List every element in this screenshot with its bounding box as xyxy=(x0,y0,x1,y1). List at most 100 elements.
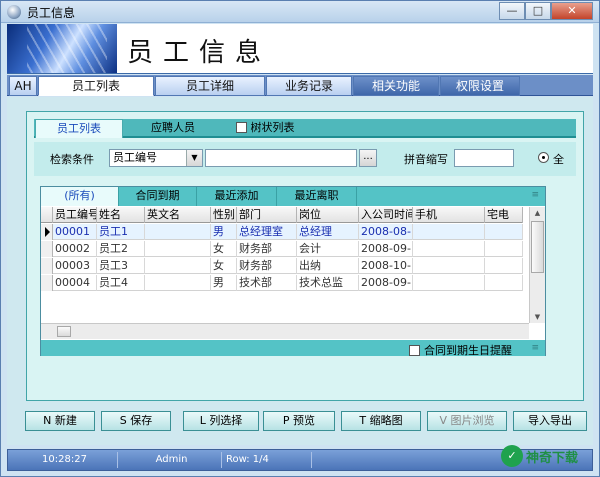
cell-gender: 女 xyxy=(211,241,237,257)
cell-employee-id: 00004 xyxy=(53,275,97,291)
window-controls: — □ ✕ xyxy=(499,2,593,20)
cell-home-phone xyxy=(485,241,523,257)
col-employee-id[interactable]: 员工编号 xyxy=(53,207,97,223)
table-row[interactable]: 00004 员工4 男 技术部 技术总监 2008-09- xyxy=(41,275,523,291)
window-title: 员工信息 xyxy=(27,6,76,20)
cell-department: 财务部 xyxy=(237,258,297,274)
banner-graphic xyxy=(7,24,117,73)
tab-employee-list[interactable]: 员工列表 xyxy=(38,76,154,96)
all-radio[interactable] xyxy=(538,152,549,163)
grid-footer: 合同到期生日提醒 ≡ xyxy=(41,340,545,358)
col-name[interactable]: 姓名 xyxy=(97,207,145,223)
employee-info-window: 员工信息 — □ ✕ 员工信息 AH 员工列表 员工详细 业务记录 相关功能 权… xyxy=(0,0,600,477)
horizontal-scroll-thumb[interactable] xyxy=(57,326,71,337)
column-select-button[interactable]: L 列选择 xyxy=(183,411,259,431)
search-field-select[interactable]: 员工编号 ▼ xyxy=(109,149,203,167)
content-area: 员工列表 应聘人员 树状列表 检索条件 员工编号 ▼ ... 拼音缩写 全 (所… xyxy=(7,97,593,445)
search-browse-button[interactable]: ... xyxy=(359,149,377,167)
cell-name: 员工2 xyxy=(97,241,145,257)
minimize-button[interactable]: — xyxy=(499,2,525,20)
table-row[interactable]: 00002 员工2 女 财务部 会计 2008-09- xyxy=(41,241,523,257)
subtab-employee-list[interactable]: 员工列表 xyxy=(35,119,123,138)
cell-position: 会计 xyxy=(297,241,359,257)
row-indicator xyxy=(41,241,53,257)
vertical-scroll-thumb[interactable] xyxy=(531,221,544,273)
cell-position: 技术总监 xyxy=(297,275,359,291)
tab-related-functions[interactable]: 相关功能 xyxy=(353,76,439,96)
subtab-applicants[interactable]: 应聘人员 xyxy=(127,119,219,138)
subtab-tree-list[interactable]: 树状列表 xyxy=(225,119,305,138)
cell-employee-id: 00003 xyxy=(53,258,97,274)
arrow-down-icon[interactable]: ▼ xyxy=(530,311,545,323)
filter-recently-added[interactable]: 最近添加 xyxy=(197,187,277,206)
import-export-button[interactable]: 导入导出 xyxy=(513,411,587,431)
cell-department: 财务部 xyxy=(237,241,297,257)
cell-english-name xyxy=(145,275,211,291)
title-bar[interactable]: 员工信息 — □ ✕ xyxy=(1,1,599,23)
maximize-button[interactable]: □ xyxy=(525,2,551,20)
filter-tabs: (所有) 合同到期 最近添加 最近离职 ≡ xyxy=(41,187,545,206)
bottom-toolbar: N 新建 S 保存 L 列选择 P 预览 T 缩略图 V 图片浏览 导入导出 xyxy=(7,407,593,437)
status-user: Admin xyxy=(118,452,222,468)
image-browse-button[interactable]: V 图片浏览 xyxy=(427,411,507,431)
col-mobile[interactable]: 手机 xyxy=(413,207,485,223)
cell-name: 员工3 xyxy=(97,258,145,274)
watermark-icon: ✓ xyxy=(501,445,523,467)
cell-employee-id: 00002 xyxy=(53,241,97,257)
table-row[interactable]: 00001 员工1 男 总经理室 总经理 2008-08- xyxy=(41,224,523,240)
collapse-icon[interactable]: ≡ xyxy=(531,190,539,200)
banner-title: 员工信息 xyxy=(127,38,272,68)
cell-mobile xyxy=(413,241,485,257)
filter-recently-left[interactable]: 最近离职 xyxy=(277,187,357,206)
col-gender[interactable]: 性别 xyxy=(211,207,237,223)
app-icon xyxy=(7,5,21,19)
tab-employee-detail[interactable]: 员工详细 xyxy=(155,76,265,96)
birthday-reminder-option[interactable]: 合同到期生日提醒 xyxy=(409,342,512,358)
new-button[interactable]: N 新建 xyxy=(25,411,95,431)
col-hire-date[interactable]: 入公司时间 xyxy=(359,207,413,223)
row-pointer-icon xyxy=(41,224,53,240)
col-position[interactable]: 岗位 xyxy=(297,207,359,223)
row-indicator xyxy=(41,275,53,291)
cell-mobile xyxy=(413,258,485,274)
filter-all[interactable]: (所有) xyxy=(41,187,119,206)
cell-employee-id: 00001 xyxy=(53,224,97,240)
main-tabs: AH 员工列表 员工详细 业务记录 相关功能 权限设置 xyxy=(7,75,593,96)
cell-hire-date: 2008-10- xyxy=(359,258,413,274)
birthday-reminder-checkbox[interactable] xyxy=(409,345,420,356)
tab-ah[interactable]: AH xyxy=(9,76,37,96)
search-field-value: 员工编号 xyxy=(113,151,157,164)
thumbnail-button[interactable]: T 缩略图 xyxy=(341,411,421,431)
cell-gender: 男 xyxy=(211,224,237,240)
col-department[interactable]: 部门 xyxy=(237,207,297,223)
search-field-label: 检索条件 xyxy=(50,153,94,166)
preview-button[interactable]: P 预览 xyxy=(263,411,335,431)
search-keyword-input[interactable] xyxy=(205,149,357,167)
cell-gender: 男 xyxy=(211,275,237,291)
cell-name: 员工1 xyxy=(97,224,145,240)
watermark-text: 神奇下载 xyxy=(526,450,579,466)
vertical-scrollbar[interactable]: ▲ ▼ xyxy=(529,207,545,323)
table-row[interactable]: 00003 员工3 女 财务部 出纳 2008-10- xyxy=(41,258,523,274)
horizontal-scrollbar[interactable] xyxy=(41,323,529,339)
cell-english-name xyxy=(145,258,211,274)
tab-permissions[interactable]: 权限设置 xyxy=(440,76,520,96)
watermark-logo: ✓ 神奇下载 xyxy=(501,441,597,471)
arrow-up-icon[interactable]: ▲ xyxy=(530,207,545,219)
close-button[interactable]: ✕ xyxy=(551,2,593,20)
footer-collapse-icon[interactable]: ≡ xyxy=(531,343,539,353)
pinyin-input[interactable] xyxy=(454,149,514,167)
grid-header: 员工编号 姓名 英文名 性别 部门 岗位 入公司时间 手机 宅电 xyxy=(41,207,523,223)
cell-mobile xyxy=(413,224,485,240)
chevron-down-icon[interactable]: ▼ xyxy=(186,150,202,166)
col-english-name[interactable]: 英文名 xyxy=(145,207,211,223)
save-button[interactable]: S 保存 xyxy=(101,411,171,431)
col-home-phone[interactable]: 宅电 xyxy=(485,207,523,223)
employee-grid: (所有) 合同到期 最近添加 最近离职 ≡ 员工编号 姓名 英文名 性别 部门 … xyxy=(40,186,546,358)
tab-business-records[interactable]: 业务记录 xyxy=(266,76,352,96)
pinyin-label: 拼音缩写 xyxy=(404,153,448,166)
cell-gender: 女 xyxy=(211,258,237,274)
tree-list-checkbox[interactable] xyxy=(235,122,247,133)
filter-contract-expiring[interactable]: 合同到期 xyxy=(119,187,197,206)
cell-english-name xyxy=(145,241,211,257)
